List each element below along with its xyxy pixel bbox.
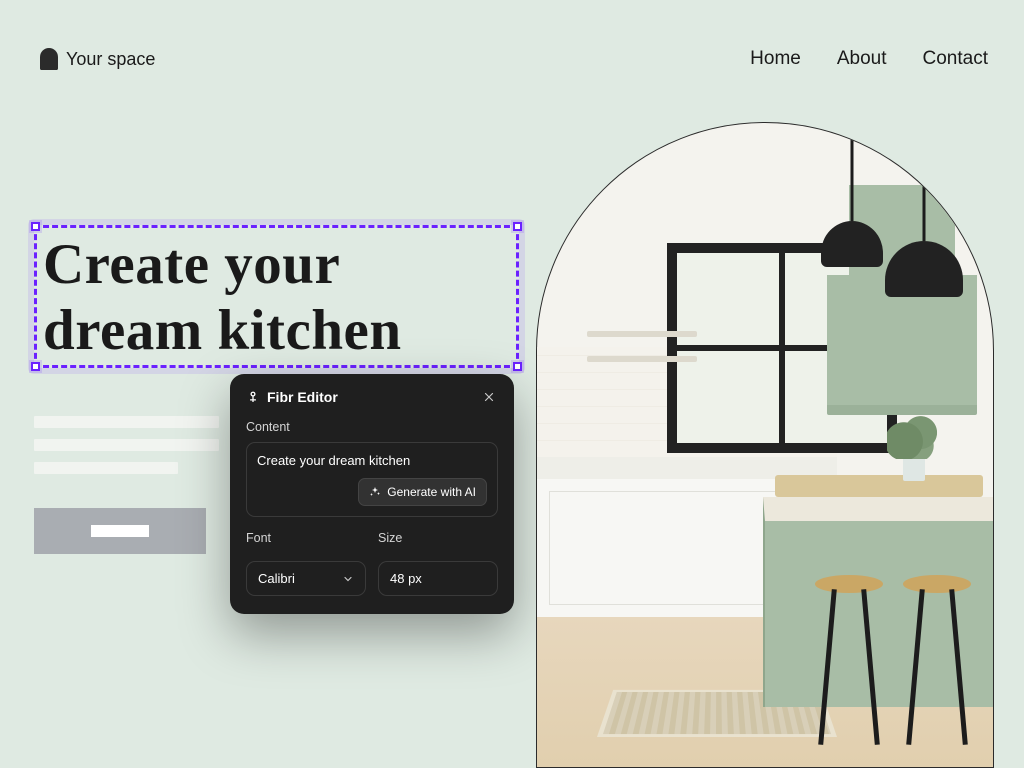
chevron-down-icon bbox=[342, 573, 354, 585]
font-label: Font bbox=[246, 531, 366, 545]
resize-handle-top-right[interactable] bbox=[513, 222, 522, 231]
nav-link-contact[interactable]: Contact bbox=[923, 48, 988, 70]
generate-button-label: Generate with AI bbox=[387, 485, 476, 499]
editor-title-text: Fibr Editor bbox=[267, 389, 338, 405]
brand-name: Your space bbox=[66, 49, 155, 70]
editor-title: Fibr Editor bbox=[246, 389, 338, 405]
content-input[interactable] bbox=[257, 453, 487, 468]
size-label: Size bbox=[378, 531, 498, 545]
placeholder-line bbox=[34, 462, 178, 474]
font-select[interactable]: Calibri bbox=[246, 561, 366, 596]
generate-with-ai-button[interactable]: Generate with AI bbox=[358, 478, 487, 506]
placeholder-line bbox=[34, 439, 219, 451]
resize-handle-top-left[interactable] bbox=[31, 222, 40, 231]
size-input[interactable]: 48 px bbox=[378, 561, 498, 596]
cta-button-placeholder[interactable] bbox=[34, 508, 206, 554]
nav-link-home[interactable]: Home bbox=[750, 48, 801, 70]
hero-heading[interactable]: Create your dream kitchen bbox=[43, 232, 510, 363]
brand[interactable]: Your space bbox=[40, 48, 155, 70]
editor-header: Fibr Editor bbox=[246, 388, 498, 406]
fibr-logo-icon bbox=[246, 390, 260, 404]
nav-link-about[interactable]: About bbox=[837, 48, 887, 70]
sparkle-icon bbox=[369, 486, 381, 498]
size-input-value: 48 px bbox=[390, 571, 422, 586]
top-nav: Your space Home About Contact bbox=[0, 48, 1024, 70]
hero-image-kitchen bbox=[536, 122, 994, 768]
content-field: Generate with AI bbox=[246, 442, 498, 517]
heading-selection-box[interactable]: Create your dream kitchen bbox=[34, 225, 519, 368]
nav-links: Home About Contact bbox=[750, 48, 988, 70]
placeholder-line bbox=[34, 416, 219, 428]
close-icon[interactable] bbox=[480, 388, 498, 406]
resize-handle-bottom-left[interactable] bbox=[31, 362, 40, 371]
content-label: Content bbox=[246, 420, 498, 434]
resize-handle-bottom-right[interactable] bbox=[513, 362, 522, 371]
fibr-editor-popover: Fibr Editor Content Generate with AI Fon… bbox=[230, 374, 514, 614]
font-select-value: Calibri bbox=[258, 571, 295, 586]
door-icon bbox=[40, 48, 58, 70]
